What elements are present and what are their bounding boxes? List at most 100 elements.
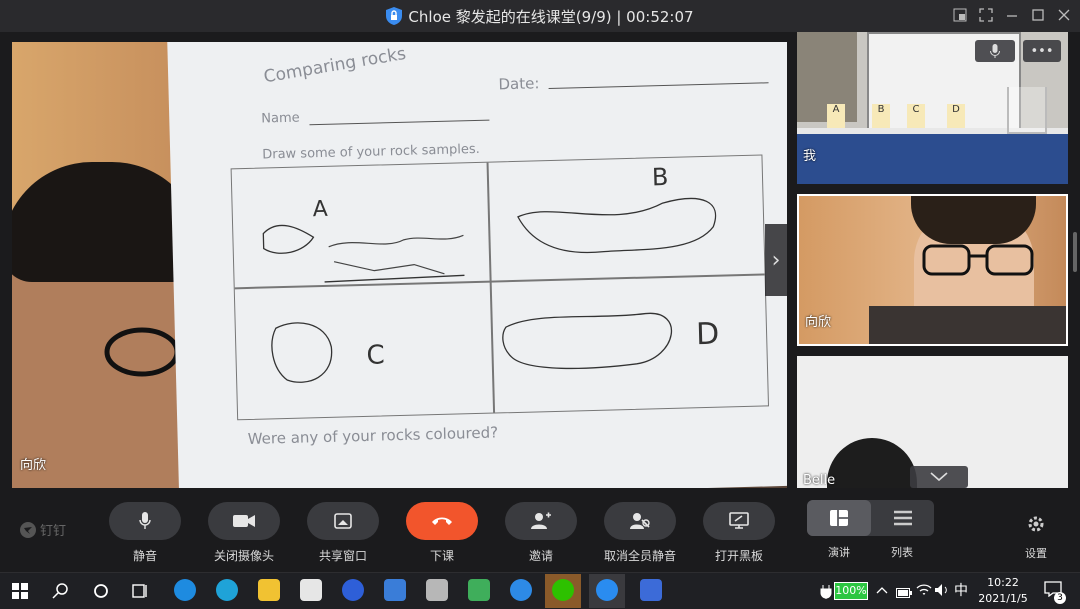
participant-tile-xiangxin[interactable]: 向欣 bbox=[797, 194, 1068, 346]
child-hair bbox=[911, 196, 1036, 244]
power-plug-icon bbox=[820, 584, 832, 599]
taskbar-clock[interactable]: 10:22 2021/1/5 bbox=[978, 575, 1028, 607]
desk-label-d: D bbox=[947, 104, 965, 128]
speaker-layout-icon bbox=[830, 510, 848, 526]
fullscreen-icon[interactable] bbox=[978, 8, 994, 24]
desk-label-c: C bbox=[907, 104, 925, 128]
microphone-icon bbox=[139, 512, 151, 529]
collapse-tiles-button[interactable] bbox=[910, 466, 968, 488]
cell-label-d: D bbox=[695, 316, 720, 353]
cortana-icon[interactable] bbox=[92, 582, 110, 604]
share-screen-icon bbox=[334, 513, 352, 529]
worksheet-heading: Comparing rocks bbox=[262, 43, 408, 88]
desk-label-a: A bbox=[827, 104, 845, 128]
search-icon[interactable] bbox=[52, 582, 70, 604]
cell-label-a: A bbox=[312, 196, 329, 223]
file-explorer-icon[interactable] bbox=[258, 579, 280, 601]
dingtalk-icon[interactable] bbox=[596, 579, 618, 601]
store-icon[interactable] bbox=[300, 579, 322, 601]
calculator-icon[interactable] bbox=[426, 579, 448, 601]
maximize-icon[interactable] bbox=[1030, 8, 1046, 24]
invite-button[interactable] bbox=[505, 502, 577, 540]
picture-in-picture-icon[interactable] bbox=[952, 8, 968, 24]
end-class-button[interactable] bbox=[406, 502, 478, 540]
share-window-label: 共享窗口 bbox=[318, 549, 367, 563]
unmute-all-button[interactable] bbox=[604, 502, 676, 540]
worksheet-grid: A B C D bbox=[230, 154, 770, 421]
view-list-label: 列表 bbox=[891, 546, 913, 559]
main-video-name: 向欣 bbox=[20, 458, 47, 473]
desk-label-b: B bbox=[872, 104, 890, 128]
ie-browser-icon[interactable] bbox=[216, 579, 238, 601]
minimize-icon[interactable] bbox=[1004, 8, 1020, 24]
participant-tile-me[interactable]: A B C D ••• 我 bbox=[797, 32, 1068, 184]
invite-label: 邀请 bbox=[528, 549, 553, 563]
video-camera-icon bbox=[233, 515, 255, 527]
participant-tile-belle[interactable]: Belle bbox=[797, 356, 1068, 488]
beaker-shape bbox=[1007, 87, 1047, 134]
volume-icon[interactable] bbox=[934, 582, 950, 601]
add-user-icon bbox=[531, 512, 551, 529]
open-blackboard-label: 打开黑板 bbox=[714, 549, 763, 563]
next-page-button[interactable]: › bbox=[765, 224, 787, 296]
mute-button[interactable] bbox=[109, 502, 181, 540]
tile-name-xiangxin: 向欣 bbox=[805, 315, 832, 330]
media-player-icon[interactable] bbox=[468, 579, 490, 601]
worksheet-paper: Comparing rocks Name Date: Draw some of … bbox=[167, 42, 787, 488]
wifi-icon[interactable] bbox=[916, 582, 932, 601]
child-sweater bbox=[869, 306, 1066, 344]
open-blackboard-button[interactable] bbox=[703, 502, 775, 540]
brand-label: 钉钉 bbox=[40, 524, 67, 539]
worksheet-footer-question: Were any of your rocks coloured? bbox=[247, 423, 499, 449]
glasses-shape bbox=[922, 244, 1034, 276]
view-speaker-label: 演讲 bbox=[828, 546, 850, 559]
battery-indicator: 100% bbox=[834, 582, 868, 600]
mute-label: 静音 bbox=[132, 549, 157, 563]
brand-logo: 钉钉 bbox=[20, 520, 66, 539]
tile-more-button[interactable]: ••• bbox=[1023, 40, 1061, 62]
chevron-up-icon[interactable] bbox=[876, 583, 888, 597]
gear-icon bbox=[1028, 516, 1044, 532]
main-video[interactable]: Comparing rocks Name Date: Draw some of … bbox=[12, 42, 787, 488]
chevron-down-icon bbox=[930, 472, 948, 482]
view-list-button[interactable] bbox=[871, 500, 934, 536]
shield-lock-icon bbox=[386, 7, 403, 25]
group-unmute-icon bbox=[630, 513, 650, 529]
chevron-right-icon: › bbox=[771, 247, 781, 273]
wps-icon[interactable] bbox=[640, 579, 662, 601]
side-scrollbar[interactable] bbox=[1073, 232, 1077, 272]
close-icon[interactable] bbox=[1056, 8, 1072, 24]
date-line bbox=[548, 82, 769, 90]
tile-name-belle: Belle bbox=[803, 473, 836, 488]
app-l-icon[interactable] bbox=[342, 579, 364, 601]
feishu-icon[interactable] bbox=[510, 579, 532, 601]
microphone-icon bbox=[990, 44, 1000, 58]
mail-icon[interactable] bbox=[384, 579, 406, 601]
tile-mic-button[interactable] bbox=[975, 40, 1015, 62]
blackboard-icon bbox=[729, 512, 749, 529]
edge-browser-icon[interactable] bbox=[174, 579, 196, 601]
settings-label: 设置 bbox=[1025, 547, 1047, 560]
title-wrap: Chloe 黎发起的在线课堂(9/9) | 00:52:07 bbox=[0, 0, 1080, 32]
clock-time: 10:22 bbox=[987, 576, 1019, 589]
battery-status-icon[interactable] bbox=[896, 583, 912, 602]
task-view-icon[interactable] bbox=[132, 582, 150, 604]
window-title: Chloe 黎发起的在线课堂(9/9) | 00:52:07 bbox=[408, 7, 694, 26]
desk-shape bbox=[797, 132, 1068, 184]
ime-indicator[interactable]: 中 bbox=[954, 580, 968, 600]
view-speaker-button[interactable] bbox=[807, 500, 871, 536]
worksheet-name-label: Name bbox=[261, 110, 300, 127]
worksheet-instruction: Draw some of your rock samples. bbox=[262, 141, 481, 163]
worksheet-date-label: Date: bbox=[498, 74, 540, 94]
tile-name-me: 我 bbox=[803, 149, 817, 164]
camera-off-label: 关闭摄像头 bbox=[213, 549, 274, 563]
unmute-all-label: 取消全员静音 bbox=[603, 549, 676, 563]
share-window-button[interactable] bbox=[307, 502, 379, 540]
camera-off-button[interactable] bbox=[208, 502, 280, 540]
wechat-icon[interactable] bbox=[552, 579, 574, 601]
notification-badge: 3 bbox=[1054, 592, 1066, 604]
settings-button[interactable] bbox=[1027, 515, 1045, 537]
cell-label-b: B bbox=[651, 162, 669, 192]
list-layout-icon bbox=[893, 510, 912, 526]
windows-start-icon[interactable] bbox=[12, 583, 28, 603]
